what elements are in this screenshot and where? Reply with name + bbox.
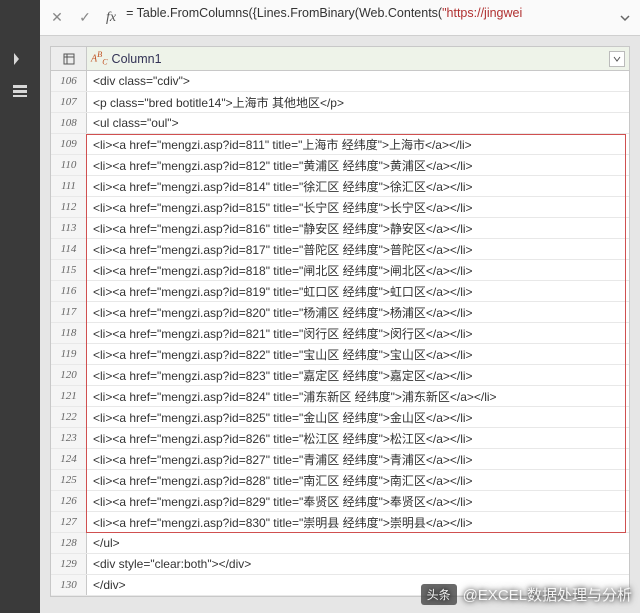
table-row[interactable]: 117<li><a href="mengzi.asp?id=820" title… [51, 302, 629, 323]
row-number[interactable]: 121 [51, 386, 87, 406]
cell[interactable]: <ul class="oul"> [87, 113, 629, 133]
close-panel-icon[interactable] [13, 52, 27, 69]
row-number[interactable]: 113 [51, 218, 87, 238]
table-row[interactable]: 113<li><a href="mengzi.asp?id=816" title… [51, 218, 629, 239]
table-row[interactable]: 123<li><a href="mengzi.asp?id=826" title… [51, 428, 629, 449]
cell[interactable]: <li><a href="mengzi.asp?id=830" title="崇… [87, 512, 629, 532]
cell[interactable]: <li><a href="mengzi.asp?id=817" title="普… [87, 239, 629, 259]
fx-icon[interactable]: fx [106, 10, 116, 26]
cell[interactable]: <li><a href="mengzi.asp?id=815" title="长… [87, 197, 629, 217]
table-row[interactable]: 120<li><a href="mengzi.asp?id=823" title… [51, 365, 629, 386]
expand-formula-icon[interactable] [616, 9, 634, 27]
row-number[interactable]: 109 [51, 134, 87, 154]
table-row[interactable]: 128</ul> [51, 533, 629, 554]
table-row[interactable]: 127<li><a href="mengzi.asp?id=830" title… [51, 512, 629, 533]
cell[interactable]: <li><a href="mengzi.asp?id=829" title="奉… [87, 491, 629, 511]
row-number[interactable]: 117 [51, 302, 87, 322]
row-number[interactable]: 119 [51, 344, 87, 364]
row-number[interactable]: 126 [51, 491, 87, 511]
table-row[interactable]: 121<li><a href="mengzi.asp?id=824" title… [51, 386, 629, 407]
table-row[interactable]: 107<p class="bred botitle14">上海市 其他地区</p… [51, 92, 629, 113]
column-filter-dropdown[interactable] [609, 51, 625, 67]
cell[interactable]: <li><a href="mengzi.asp?id=816" title="静… [87, 218, 629, 238]
table-row[interactable]: 112<li><a href="mengzi.asp?id=815" title… [51, 197, 629, 218]
table-row[interactable]: 119<li><a href="mengzi.asp?id=822" title… [51, 344, 629, 365]
formula-input[interactable]: = Table.FromColumns({Lines.FromBinary(We… [126, 6, 610, 30]
row-number[interactable]: 107 [51, 92, 87, 112]
cancel-icon[interactable]: ✕ [46, 7, 68, 29]
column-type-icon: ABC [91, 50, 108, 66]
cell[interactable]: <li><a href="mengzi.asp?id=818" title="闸… [87, 260, 629, 280]
table-row[interactable]: 111<li><a href="mengzi.asp?id=814" title… [51, 176, 629, 197]
cell[interactable]: <li><a href="mengzi.asp?id=822" title="宝… [87, 344, 629, 364]
cell[interactable]: <li><a href="mengzi.asp?id=823" title="嘉… [87, 365, 629, 385]
row-number[interactable]: 118 [51, 323, 87, 343]
row-number[interactable]: 125 [51, 470, 87, 490]
row-number[interactable]: 114 [51, 239, 87, 259]
cell[interactable]: <li><a href="mengzi.asp?id=821" title="闵… [87, 323, 629, 343]
table-row[interactable]: 129<div style="clear:both"></div> [51, 554, 629, 575]
row-number[interactable]: 112 [51, 197, 87, 217]
cell[interactable]: <li><a href="mengzi.asp?id=811" title="上… [87, 134, 629, 154]
table-row[interactable]: 118<li><a href="mengzi.asp?id=821" title… [51, 323, 629, 344]
row-number[interactable]: 120 [51, 365, 87, 385]
row-number[interactable]: 116 [51, 281, 87, 301]
cell[interactable]: <li><a href="mengzi.asp?id=819" title="虹… [87, 281, 629, 301]
row-number[interactable]: 115 [51, 260, 87, 280]
row-number[interactable]: 106 [51, 71, 87, 91]
row-number[interactable]: 129 [51, 554, 87, 574]
cell[interactable]: <li><a href="mengzi.asp?id=824" title="浦… [87, 386, 629, 406]
cell[interactable]: </ul> [87, 533, 629, 553]
row-number[interactable]: 111 [51, 176, 87, 196]
row-number[interactable]: 108 [51, 113, 87, 133]
table-row[interactable]: 115<li><a href="mengzi.asp?id=818" title… [51, 260, 629, 281]
cell[interactable]: <div class="cdiv"> [87, 71, 629, 91]
watermark: 头条 @EXCEL数据处理与分析 [421, 584, 632, 605]
row-number[interactable]: 124 [51, 449, 87, 469]
cell[interactable]: <p class="bred botitle14">上海市 其他地区</p> [87, 92, 629, 112]
column-name: Column1 [112, 52, 162, 66]
cell[interactable]: <li><a href="mengzi.asp?id=814" title="徐… [87, 176, 629, 196]
table-row[interactable]: 125<li><a href="mengzi.asp?id=828" title… [51, 470, 629, 491]
row-number[interactable]: 127 [51, 512, 87, 532]
cell[interactable]: <li><a href="mengzi.asp?id=827" title="青… [87, 449, 629, 469]
table-row[interactable]: 122<li><a href="mengzi.asp?id=825" title… [51, 407, 629, 428]
row-number[interactable]: 123 [51, 428, 87, 448]
cell[interactable]: <li><a href="mengzi.asp?id=826" title="松… [87, 428, 629, 448]
table-row[interactable]: 109<li><a href="mengzi.asp?id=811" title… [51, 134, 629, 155]
left-toolbar [0, 0, 40, 613]
table-row[interactable]: 106<div class="cdiv"> [51, 71, 629, 92]
data-grid: ABC Column1 106<div class="cdiv">107<p c… [50, 46, 630, 597]
cell[interactable]: <li><a href="mengzi.asp?id=825" title="金… [87, 407, 629, 427]
table-row[interactable]: 110<li><a href="mengzi.asp?id=812" title… [51, 155, 629, 176]
table-corner-icon[interactable] [51, 47, 87, 70]
table-row[interactable]: 116<li><a href="mengzi.asp?id=819" title… [51, 281, 629, 302]
column-header[interactable]: ABC Column1 [87, 47, 629, 70]
cell[interactable]: <div style="clear:both"></div> [87, 554, 629, 574]
row-number[interactable]: 130 [51, 575, 87, 595]
table-row[interactable]: 126<li><a href="mengzi.asp?id=829" title… [51, 491, 629, 512]
cell[interactable]: <li><a href="mengzi.asp?id=828" title="南… [87, 470, 629, 490]
row-number[interactable]: 128 [51, 533, 87, 553]
confirm-icon[interactable]: ✓ [74, 7, 96, 29]
table-row[interactable]: 114<li><a href="mengzi.asp?id=817" title… [51, 239, 629, 260]
table-row[interactable]: 124<li><a href="mengzi.asp?id=827" title… [51, 449, 629, 470]
formula-bar: ✕ ✓ fx = Table.FromColumns({Lines.FromBi… [40, 0, 640, 36]
table-row[interactable]: 108<ul class="oul"> [51, 113, 629, 134]
queries-icon[interactable] [12, 83, 28, 102]
row-number[interactable]: 110 [51, 155, 87, 175]
cell[interactable]: <li><a href="mengzi.asp?id=820" title="杨… [87, 302, 629, 322]
row-number[interactable]: 122 [51, 407, 87, 427]
cell[interactable]: <li><a href="mengzi.asp?id=812" title="黄… [87, 155, 629, 175]
